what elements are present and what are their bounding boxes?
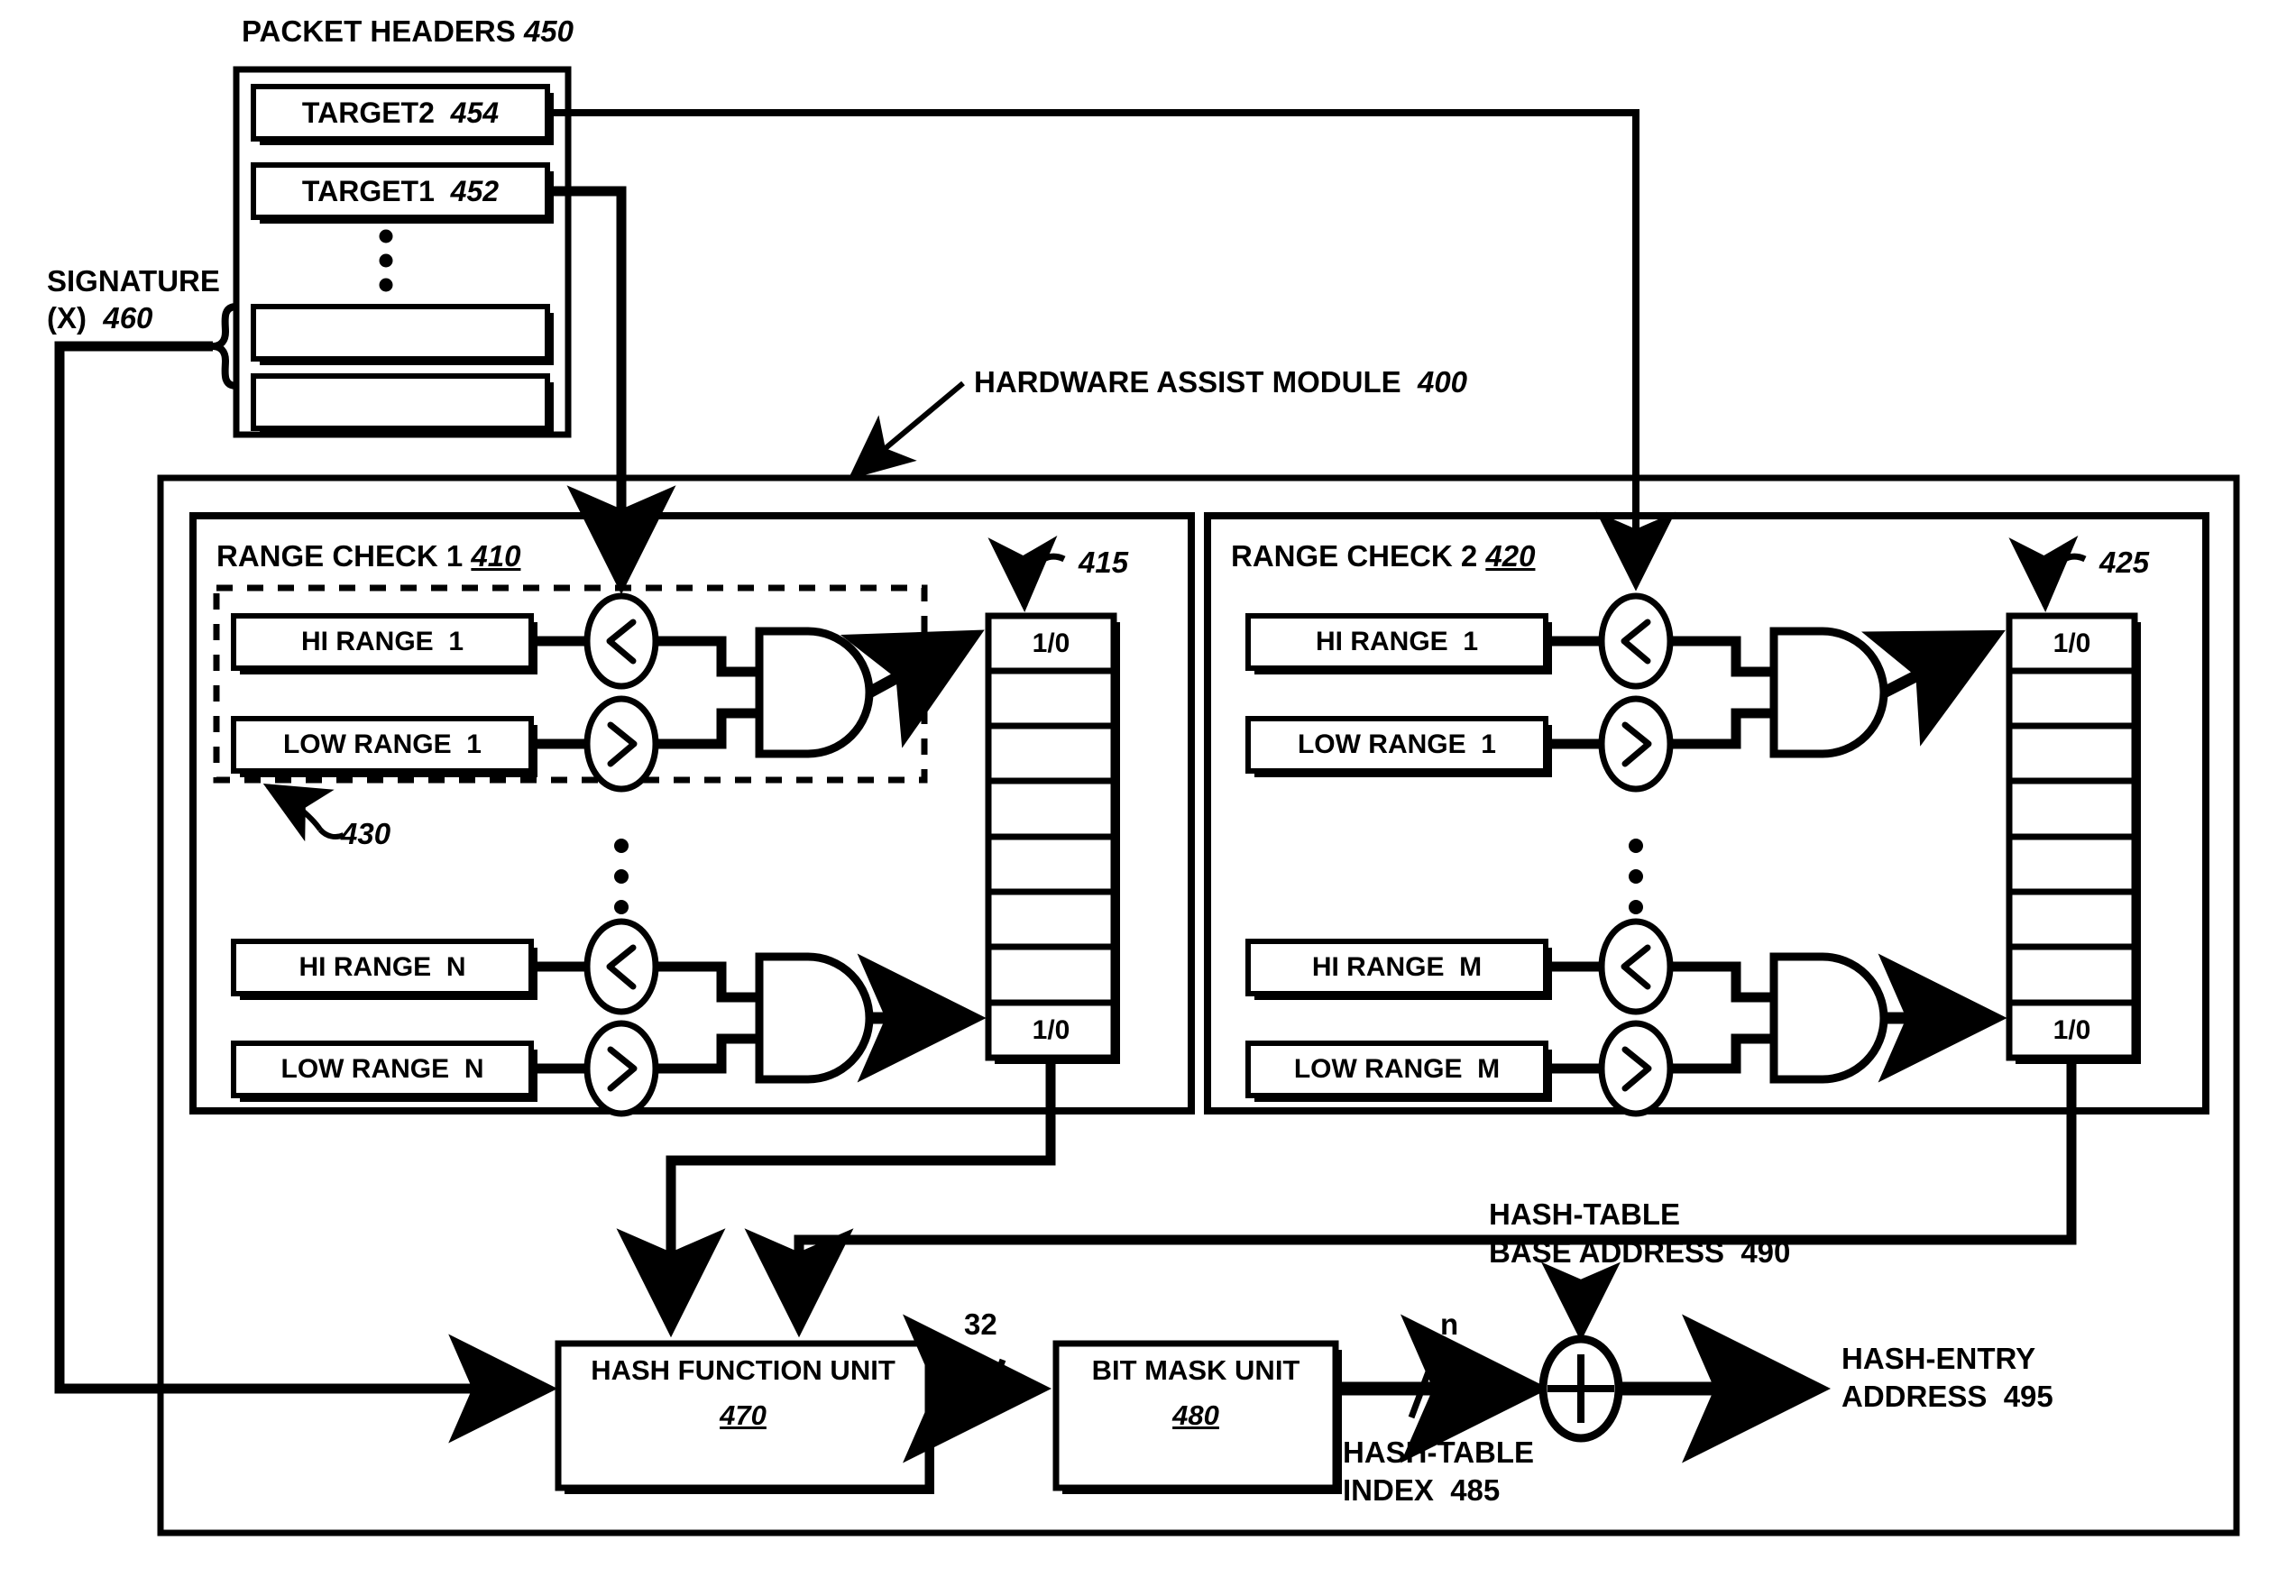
hash-table-base-address-line2: BASE ADDRESS 490 xyxy=(1489,1235,1791,1269)
packet-headers-ellipsis-icon xyxy=(379,229,393,292)
signature-feed-wire xyxy=(54,341,558,1444)
rc1-and-gate-1 xyxy=(755,627,874,758)
packet-header-row-4[interactable] xyxy=(253,376,547,428)
bit-mask-unit-title[interactable]: BIT MASK UNIT xyxy=(1056,1351,1336,1390)
rc2-low-range-m-box[interactable]: LOW RANGE M xyxy=(1248,1043,1546,1096)
rc1-hi-range-1-box[interactable]: HI RANGE 1 xyxy=(234,616,531,668)
rc1-comparator-less-than-n xyxy=(583,918,659,1015)
adder-node xyxy=(1538,1335,1623,1443)
range-check-1-label: RANGE CHECK 1 410 xyxy=(216,539,521,573)
rc1-ellipsis-icon xyxy=(614,839,629,914)
rc2-ellipsis-icon xyxy=(1629,839,1643,914)
rc1-comparator-greater-than-1 xyxy=(583,695,659,793)
rc2-and-gate-1 xyxy=(1769,627,1888,758)
rc2-hi-range-m-box[interactable]: HI RANGE M xyxy=(1248,941,1546,994)
rc1-register-cell-7: 1/0 xyxy=(1032,1014,1070,1045)
hardware-assist-module-leader-line xyxy=(848,381,965,480)
dashed-group-430-label: 430 xyxy=(341,817,391,850)
rc1-and-gate-n xyxy=(755,952,874,1084)
rc2-wires xyxy=(1548,636,1774,1074)
bus-width-32-label: 32 xyxy=(964,1307,997,1341)
rc2-and-gate-m xyxy=(1769,952,1888,1084)
target1-feed-wire xyxy=(547,186,676,595)
packet-headers-title: PACKET HEADERS 450 xyxy=(242,14,574,48)
rc2-and1-to-register-arrow xyxy=(1861,629,2006,747)
rc2-register-cell-7: 1/0 xyxy=(2053,1014,2091,1045)
patent-figure-canvas: PACKET HEADERS 450 TARGET2 454 TARGET1 4… xyxy=(0,0,2296,1596)
packet-header-row-target2[interactable]: TARGET2 454 xyxy=(253,87,547,139)
hash-entry-address-line2: ADDRESS 495 xyxy=(1841,1380,2053,1413)
signature-brace-icon xyxy=(212,303,237,390)
rc1-hi-range-n-box[interactable]: HI RANGE N xyxy=(234,941,531,994)
rc2-register-output-wire xyxy=(744,1064,2077,1338)
rc1-register-cell-0: 1/0 xyxy=(1032,628,1070,658)
rc1-low-range-n-box[interactable]: LOW RANGE N xyxy=(234,1043,531,1096)
packet-header-row-3[interactable] xyxy=(253,307,547,359)
rc1-register-output-wire xyxy=(616,1064,1056,1338)
rc2-register-ref-label: 425 xyxy=(2099,546,2150,579)
rc2-comparator-less-than-1 xyxy=(1598,592,1674,690)
rc2-hi-range-1-box[interactable]: HI RANGE 1 xyxy=(1248,616,1546,668)
hash-table-base-address-line1: HASH-TABLE xyxy=(1489,1197,1681,1231)
mask-to-adder-bus xyxy=(1336,1314,1549,1463)
rc2-comparator-less-than-m xyxy=(1598,918,1674,1015)
rc2-register-stack xyxy=(2006,612,2141,1064)
rc2-range-boxes xyxy=(1245,613,1552,1102)
signature-ref-label: (X) 460 xyxy=(47,301,153,335)
range-check-2-label: RANGE CHECK 2 420 xyxy=(1231,539,1536,573)
rc1-and1-to-register-arrow xyxy=(840,629,985,748)
hardware-assist-module-label: HARDWARE ASSIST MODULE 400 xyxy=(974,365,1468,399)
hash-function-unit-title[interactable]: HASH FUNCTION UNIT xyxy=(558,1351,928,1390)
rc1-register-ref-label: 415 xyxy=(1079,546,1129,579)
hash-table-index-label-line2: INDEX 485 xyxy=(1343,1473,1501,1507)
rc2-comparator-greater-than-1 xyxy=(1598,695,1674,793)
bus-width-n-label: n xyxy=(1440,1307,1459,1341)
rc1-range-boxes xyxy=(231,613,537,1102)
hash-entry-address-line1: HASH-ENTRY xyxy=(1841,1342,2036,1375)
target2-feed-wire xyxy=(547,109,1676,592)
rc1-wires xyxy=(534,636,759,1074)
rc1-register-stack xyxy=(985,612,1120,1064)
rc1-register-ref-leader xyxy=(987,536,1066,612)
rc2-register-cell-0: 1/0 xyxy=(2053,628,2091,658)
hash-table-index-label-line1: HASH-TABLE xyxy=(1343,1435,1535,1469)
dashed-group-430-leader-line xyxy=(262,784,345,842)
bit-mask-unit-ref: 480 xyxy=(1172,1399,1219,1431)
hash-to-mask-bus xyxy=(902,1314,1052,1463)
rc2-low-range-1-box[interactable]: LOW RANGE 1 xyxy=(1248,719,1546,771)
rc1-low-range-1-box[interactable]: LOW RANGE 1 xyxy=(234,719,531,771)
rc1-comparator-less-than-1 xyxy=(583,592,659,690)
hash-function-unit-ref: 470 xyxy=(720,1399,767,1431)
rc2-comparator-greater-than-m xyxy=(1598,1020,1674,1117)
packet-header-row-target1[interactable]: TARGET1 452 xyxy=(253,165,547,217)
rc1-comparator-greater-than-n xyxy=(583,1020,659,1117)
rc2-register-ref-leader xyxy=(2008,536,2087,612)
signature-label: SIGNATURE xyxy=(47,264,220,298)
